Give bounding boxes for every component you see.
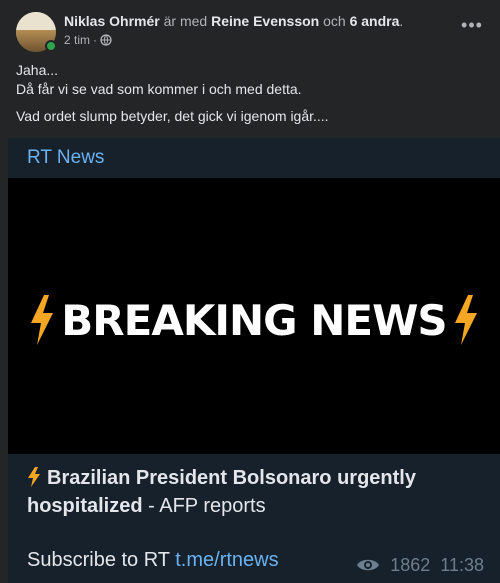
online-status-dot [45,40,57,52]
with-text: är med [163,13,208,29]
message-meta: 1862 11:38 [356,555,484,575]
post-text: Jaha... Då får vi se vad som kommer i oc… [16,61,484,126]
channel-link[interactable]: t.me/rtnews [175,549,278,571]
post-timestamp[interactable]: 2 tim [64,32,90,48]
breaking-news-image[interactable]: BREAKING NEWS [8,178,500,454]
post-header: Niklas Ohrmér är med Reine Evensson och … [16,12,484,52]
channel-name[interactable]: RT News [27,147,104,169]
news-headline: Brazilian President Bolsonaro urgently h… [27,464,484,520]
and-text: och [323,13,346,29]
post-text-line: Vad ordet slump betyder, det gick vi ige… [16,108,329,124]
post-author-line: Niklas Ohrmér är med Reine Evensson och … [64,12,403,30]
message-time: 11:38 [440,555,484,575]
shared-telegram-card[interactable]: RT News BREAKING NEWS Brazilian Presiden… [8,138,500,583]
author-name-link[interactable]: Niklas Ohrmér [64,13,160,29]
lightning-icon [454,295,477,345]
post-meta: 2 tim · [64,32,112,48]
meta-separator: · [93,33,98,47]
more-options-button[interactable]: ••• [460,16,484,38]
view-count: 1862 [390,555,431,575]
period-text: . [399,13,404,29]
lightning-icon [28,467,40,487]
eye-icon [357,559,380,571]
subscribe-line: Subscribe to RT t.me/rtnews [27,549,279,571]
post-text-line: Då får vi se vad som kommer i och med de… [16,81,302,97]
subscribe-text: Subscribe to RT [27,549,176,571]
others-link[interactable]: 6 andra [350,13,400,29]
lightning-icon [31,295,54,345]
breaking-news-text: BREAKING NEWS [61,295,447,345]
breaking-news-banner: BREAKING NEWS [29,295,478,345]
headline-source: - AFP reports [142,495,266,517]
avatar-sky [16,12,56,30]
post-text-line: Jaha... [16,62,59,78]
tagged-person-link[interactable]: Reine Evensson [211,13,319,29]
globe-icon [100,34,112,46]
